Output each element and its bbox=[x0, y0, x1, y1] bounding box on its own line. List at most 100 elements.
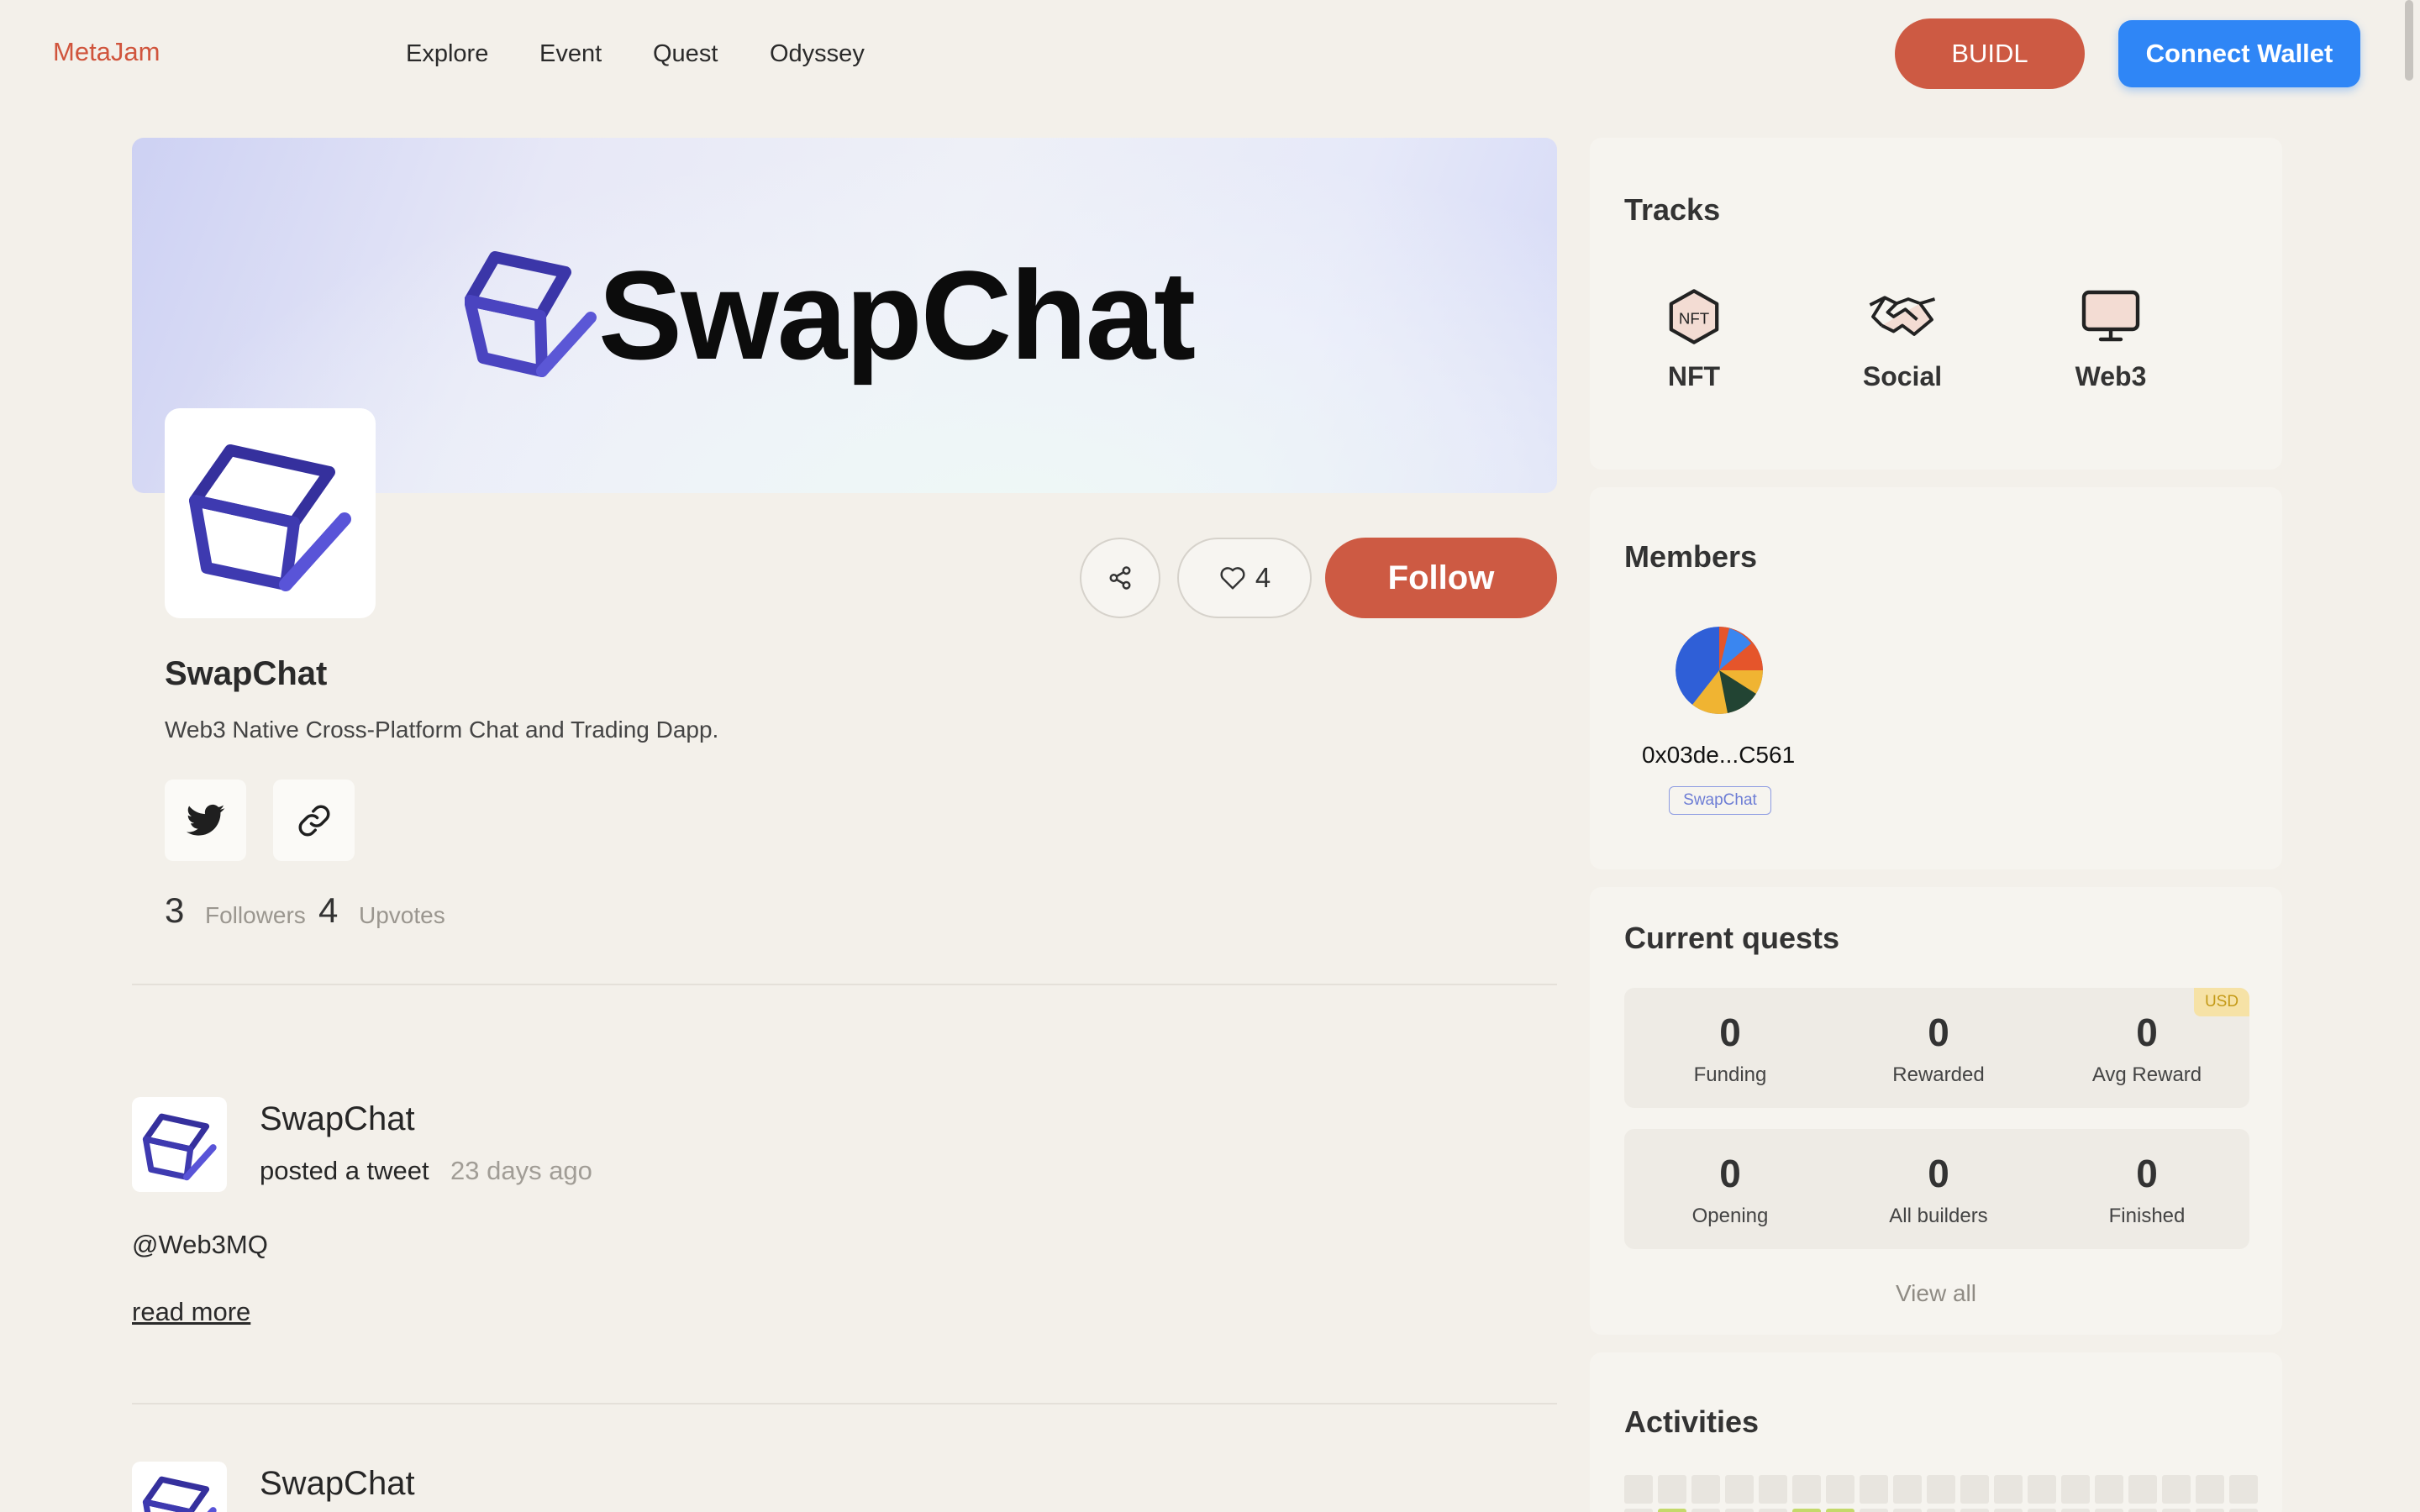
twitter-link[interactable] bbox=[165, 780, 246, 861]
upvotes-count: 4 bbox=[318, 890, 339, 930]
feed-text: @Web3MQ bbox=[132, 1230, 268, 1259]
track-label: Social bbox=[1862, 361, 1943, 391]
quest-stats-row: 0 Opening 0 All builders 0 Finished bbox=[1624, 1129, 2249, 1249]
quest-stats-row: USD 0 Funding 0 Rewarded 0 Avg Reward bbox=[1624, 988, 2249, 1108]
member-address[interactable]: 0x03de...C561 bbox=[1642, 742, 1795, 769]
activity-cell bbox=[1994, 1509, 2023, 1512]
activity-cell bbox=[1792, 1509, 1821, 1512]
quest-stat-finished: 0 Finished bbox=[2108, 1152, 2186, 1227]
project-avatar bbox=[165, 408, 376, 618]
activity-grid bbox=[1624, 1475, 2258, 1504]
activity-cell bbox=[1994, 1475, 2023, 1504]
activity-cell bbox=[1893, 1475, 1922, 1504]
activity-cell bbox=[2229, 1509, 2258, 1512]
quests-title: Current quests bbox=[1624, 921, 1840, 955]
activity-cell bbox=[1927, 1475, 1955, 1504]
track-web3[interactable]: Web3 bbox=[2044, 287, 2178, 392]
activity-cell bbox=[2061, 1475, 2090, 1504]
activity-cell bbox=[1658, 1509, 1686, 1512]
member-avatar[interactable] bbox=[1676, 627, 1763, 714]
link-icon bbox=[298, 805, 329, 836]
like-count: 4 bbox=[1255, 562, 1271, 593]
quest-stat-all-builders: 0 All builders bbox=[1889, 1152, 1988, 1227]
brand-logo[interactable]: MetaJam bbox=[53, 37, 160, 67]
member-tag: SwapChat bbox=[1669, 786, 1771, 815]
activities-panel: Activities bbox=[1590, 1352, 2282, 1512]
activity-cell bbox=[1826, 1509, 1854, 1512]
activity-cell bbox=[1759, 1475, 1787, 1504]
track-social[interactable]: Social bbox=[1835, 287, 1970, 392]
cube-logo-icon bbox=[142, 1476, 217, 1512]
activity-cell bbox=[2162, 1475, 2191, 1504]
quest-stat-avg-reward: 0 Avg Reward bbox=[2091, 1011, 2202, 1086]
activity-cell bbox=[1860, 1509, 1888, 1512]
activity-cell bbox=[2196, 1509, 2224, 1512]
project-name: SwapChat bbox=[165, 655, 328, 692]
feed-author[interactable]: SwapChat bbox=[260, 1465, 415, 1503]
activity-cell bbox=[2095, 1509, 2123, 1512]
view-all-quests-link[interactable]: View all bbox=[1590, 1280, 2282, 1307]
activity-cell bbox=[1826, 1475, 1854, 1504]
nav-explore[interactable]: Explore bbox=[406, 40, 488, 68]
section-divider bbox=[132, 1403, 1557, 1404]
website-link[interactable] bbox=[273, 780, 355, 861]
twitter-icon bbox=[186, 804, 224, 836]
cube-logo-icon bbox=[188, 444, 351, 591]
monitor-icon bbox=[2081, 290, 2140, 342]
nft-icon: NFT bbox=[1669, 289, 1719, 344]
project-description: Web3 Native Cross-Platform Chat and Trad… bbox=[165, 717, 719, 743]
activity-cell bbox=[1860, 1475, 1888, 1504]
feed-timestamp: 23 days ago bbox=[450, 1156, 592, 1185]
share-button[interactable] bbox=[1080, 538, 1160, 618]
quests-panel: Current quests USD 0 Funding 0 Rewarded … bbox=[1590, 887, 2282, 1335]
scrollbar-thumb[interactable] bbox=[2405, 0, 2413, 81]
svg-text:NFT: NFT bbox=[1679, 310, 1709, 328]
upvotes-label: Upvotes bbox=[359, 902, 445, 928]
activity-cell bbox=[1792, 1475, 1821, 1504]
activity-cell bbox=[2095, 1475, 2123, 1504]
activities-title: Activities bbox=[1624, 1404, 1760, 1439]
activity-cell bbox=[1624, 1475, 1653, 1504]
read-more-link[interactable]: read more bbox=[132, 1297, 250, 1327]
heart-icon bbox=[1220, 567, 1245, 590]
share-icon bbox=[1109, 566, 1131, 590]
nav-odyssey[interactable]: Odyssey bbox=[770, 40, 865, 68]
feed-author[interactable]: SwapChat bbox=[260, 1100, 415, 1138]
quest-stat-rewarded: 0 Rewarded bbox=[1892, 1011, 1985, 1086]
activity-cell bbox=[1893, 1509, 1922, 1512]
section-divider bbox=[132, 984, 1557, 985]
nav-event[interactable]: Event bbox=[539, 40, 602, 68]
activity-cell bbox=[1624, 1509, 1653, 1512]
activity-cell bbox=[1725, 1509, 1754, 1512]
quest-stat-funding: 0 Funding bbox=[1693, 1011, 1767, 1086]
tracks-panel: Tracks NFT NFT Social Web3 bbox=[1590, 138, 2282, 470]
activity-cell bbox=[2061, 1509, 2090, 1512]
cube-logo-icon bbox=[142, 1113, 217, 1180]
activity-cell bbox=[1691, 1475, 1720, 1504]
activity-cell bbox=[2229, 1475, 2258, 1504]
activity-grid bbox=[1624, 1509, 2258, 1512]
members-title: Members bbox=[1624, 539, 1758, 574]
like-button[interactable]: 4 bbox=[1177, 538, 1312, 618]
feed-avatar[interactable] bbox=[132, 1097, 227, 1192]
activity-cell bbox=[1759, 1509, 1787, 1512]
feed-avatar[interactable] bbox=[132, 1462, 227, 1512]
buidl-button[interactable]: BUIDL bbox=[1895, 18, 2085, 89]
follow-button[interactable]: Follow bbox=[1325, 538, 1557, 618]
activity-cell bbox=[2028, 1475, 2056, 1504]
feed-action: posted a tweet bbox=[260, 1156, 429, 1185]
quest-stat-opening: 0 Opening bbox=[1691, 1152, 1769, 1227]
banner-cube-logo-icon bbox=[465, 251, 597, 377]
handshake-icon bbox=[1869, 296, 1936, 336]
activity-cell bbox=[1927, 1509, 1955, 1512]
track-label: NFT bbox=[1667, 361, 1721, 391]
activity-cell bbox=[2128, 1475, 2157, 1504]
connect-wallet-button[interactable]: Connect Wallet bbox=[2118, 20, 2360, 87]
activity-cell bbox=[1960, 1475, 1989, 1504]
followers-label: Followers bbox=[205, 902, 306, 928]
activity-cell bbox=[2162, 1509, 2191, 1512]
followers-count: 3 bbox=[165, 890, 185, 930]
activity-cell bbox=[2028, 1509, 2056, 1512]
track-nft[interactable]: NFT NFT bbox=[1627, 287, 1761, 392]
nav-quest[interactable]: Quest bbox=[653, 40, 718, 68]
